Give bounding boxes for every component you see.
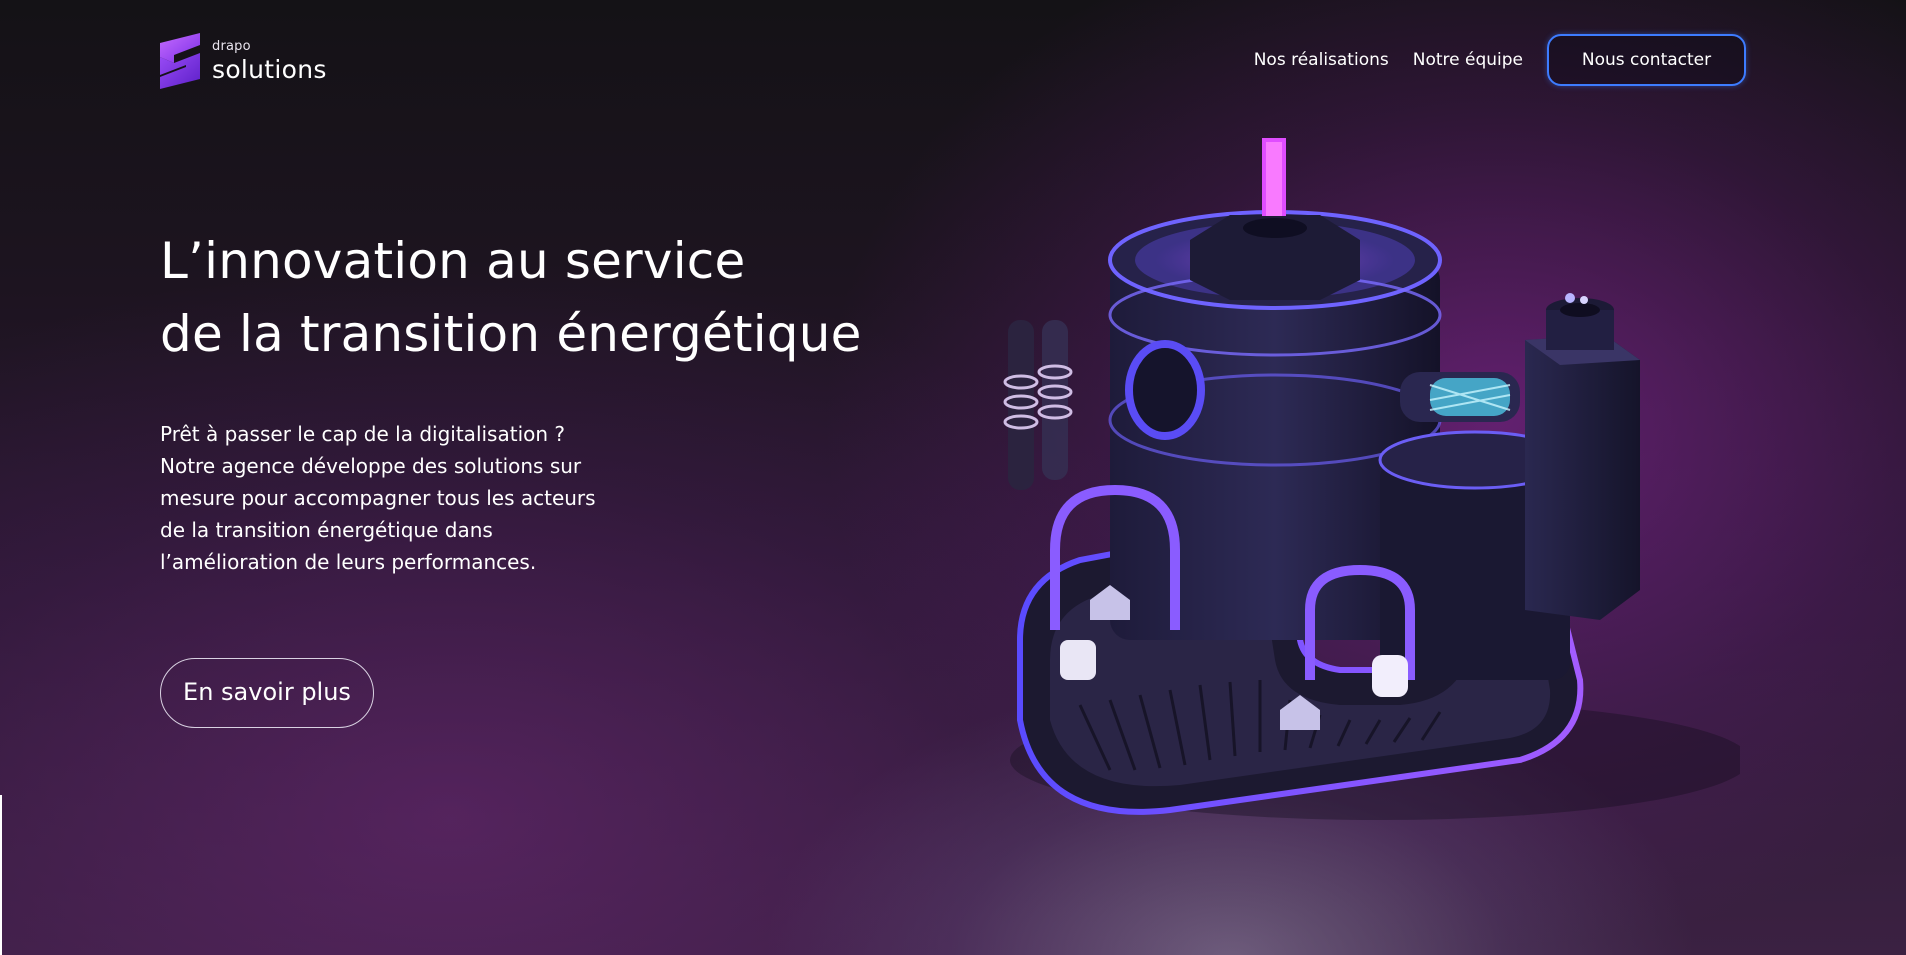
hero-description-line: Notre agence développe des solutions sur xyxy=(160,454,582,478)
brand-logo[interactable]: drapo solutions xyxy=(160,33,327,89)
hero-description-line: de la transition énergétique dans xyxy=(160,518,493,542)
hero-description-line: l’amélioration de leurs performances. xyxy=(160,550,537,574)
hero-description-line: mesure pour accompagner tous les acteurs xyxy=(160,486,596,510)
pipes xyxy=(1003,320,1073,490)
hero-description: Prêt à passer le cap de la digitalisatio… xyxy=(160,418,640,578)
nav-link-realisations[interactable]: Nos réalisations xyxy=(1254,50,1389,70)
brand-small-text: drapo xyxy=(212,39,251,54)
edge-strip xyxy=(0,795,2,955)
brand-big-text: solutions xyxy=(212,55,327,84)
contact-button[interactable]: Nous contacter xyxy=(1547,34,1746,86)
energy-factory-illustration xyxy=(1003,138,1740,820)
learn-more-button[interactable]: En savoir plus xyxy=(160,658,374,728)
hero-title-line-1: L’innovation au service xyxy=(160,232,746,290)
hero-title-line-2: de la transition énergétique xyxy=(160,305,862,363)
nav-link-equipe[interactable]: Notre équipe xyxy=(1413,50,1523,70)
hero-title: L’innovation au service de la transition… xyxy=(160,225,862,371)
brand-name: drapo solutions xyxy=(212,40,327,82)
hero-description-line: Prêt à passer le cap de la digitalisatio… xyxy=(160,422,566,446)
drapo-s-logo-icon xyxy=(160,33,200,89)
main-nav: Nos réalisations Notre équipe Nous conta… xyxy=(1254,34,1746,86)
